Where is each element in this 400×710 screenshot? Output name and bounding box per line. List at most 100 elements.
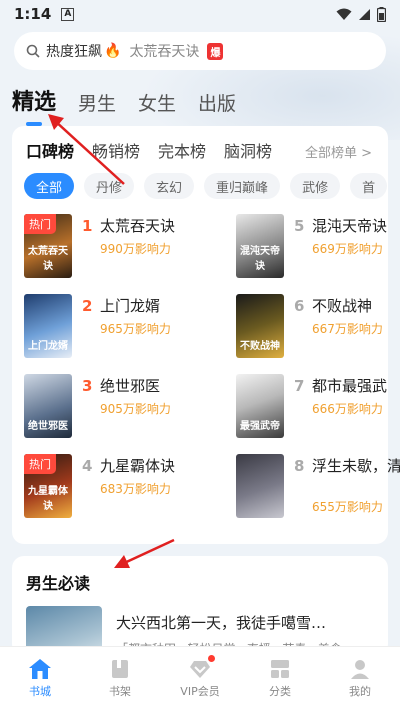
rank-number: 1 — [82, 217, 93, 235]
book-item[interactable]: 8 浮生未歇，清愁 655万影响力 — [236, 454, 400, 518]
book-item[interactable]: 绝世邪医 3 绝世邪医 905万影响力 — [24, 374, 204, 438]
book-influence: 655万影响力 — [312, 500, 383, 514]
book-title: 都市最强武 — [312, 377, 388, 395]
channel-tabs: 精选 男生 女生 出版 — [12, 84, 236, 126]
cover-title: 太荒吞天诀 — [28, 246, 68, 272]
chip-martial[interactable]: 武修 — [290, 173, 341, 199]
book-influence: 667万影响力 — [312, 322, 383, 336]
category-icon — [271, 660, 289, 678]
book-cover: 最强武帝 — [236, 374, 284, 438]
book-title: 混沌天帝诀 — [312, 217, 388, 235]
cover-title: 混沌天帝诀 — [240, 246, 280, 272]
book-cover: 热门 太荒吞天诀 — [24, 214, 72, 278]
rank-number: 7 — [294, 377, 305, 395]
rank-number: 4 — [82, 457, 93, 475]
book-influence: 990万影响力 — [100, 242, 171, 256]
book-cover: 不败战神 — [236, 294, 284, 358]
hot-tag: 热门 — [24, 454, 56, 474]
rank-tab-imaginative[interactable]: 脑洞榜 — [224, 138, 272, 162]
fire-icon: 🔥 — [104, 43, 122, 59]
ranking-tabs: 口碑榜 畅销榜 完本榜 脑洞榜 — [26, 138, 272, 162]
vip-icon — [190, 661, 210, 678]
cover-title: 不败战神 — [240, 341, 280, 352]
book-title: 浮生未歇，清愁 — [312, 457, 400, 475]
rank-tab-reputation[interactable]: 口碑榜 — [26, 138, 74, 162]
book-cover — [236, 454, 284, 518]
nav-bookstore[interactable]: 书城 — [0, 647, 80, 710]
rank-number: 2 — [82, 297, 93, 315]
status-bar: 1:14 A — [0, 0, 400, 28]
cover-title: 最强武帝 — [240, 421, 280, 432]
rank-number: 8 — [294, 457, 305, 475]
book-title: 上门龙婿 — [100, 297, 161, 315]
nav-label: 分类 — [269, 685, 291, 698]
book-title: 九星霸体诀 — [100, 457, 176, 475]
book-influence: 669万影响力 — [312, 242, 383, 256]
nav-label: VIP会员 — [180, 685, 220, 698]
nav-label: 我的 — [349, 685, 371, 698]
wifi-icon — [336, 8, 352, 20]
book-item[interactable]: 热门 太荒吞天诀 1 太荒吞天诀 990万影响力 — [24, 214, 204, 278]
book-item[interactable]: 上门龙婿 2 上门龙婿 965万影响力 — [24, 294, 204, 358]
search-icon — [26, 44, 40, 58]
rank-tab-bestseller[interactable]: 畅销榜 — [92, 138, 140, 162]
search-bar[interactable]: 热度狂飙 🔥 太荒吞天诀 爆 — [14, 32, 386, 70]
notification-icon: A — [61, 7, 75, 21]
home-icon — [29, 659, 51, 679]
search-hot-label: 热度狂飙 — [46, 44, 102, 60]
battery-icon — [377, 6, 386, 22]
notification-dot — [208, 655, 215, 662]
chip-fantasy[interactable]: 玄幻 — [144, 173, 195, 199]
ranking-card: 口碑榜 畅销榜 完本榜 脑洞榜 全部榜单 > 全部 丹修 玄幻 重归巅峰 武修 … — [12, 126, 400, 544]
chip-pill-cultivation[interactable]: 丹修 — [84, 173, 135, 199]
book-cover: 绝世邪医 — [24, 374, 72, 438]
book-cover: 热门 九星霸体诀 — [24, 454, 72, 518]
status-time: 1:14 — [14, 5, 52, 23]
nav-category[interactable]: 分类 — [240, 647, 320, 710]
tab-female[interactable]: 女生 — [138, 89, 176, 116]
hot-tag: 热门 — [24, 214, 56, 234]
section-title: 男生必读 — [26, 574, 91, 593]
genre-chips: 全部 丹修 玄幻 重归巅峰 武修 首 — [24, 173, 388, 199]
book-influence: 905万影响力 — [100, 402, 171, 416]
tab-featured[interactable]: 精选 — [12, 84, 56, 126]
signal-icon — [359, 8, 370, 20]
explosive-badge: 爆 — [207, 42, 224, 60]
book-influence: 683万影响力 — [100, 482, 171, 496]
tab-publishing[interactable]: 出版 — [198, 89, 236, 116]
search-keyword: 太荒吞天诀 — [129, 44, 200, 60]
all-rankings-link[interactable]: 全部榜单 > — [305, 142, 372, 161]
cover-title: 九星霸体诀 — [28, 486, 68, 512]
bottom-navigation: 书城 书架 VIP会员 分类 我的 — [0, 646, 400, 710]
male-must-read-section: 男生必读 大兴西北第一天，我徒手噶雪… 「都市种田 · 轻松日常 · 直播 · … — [12, 556, 388, 656]
book-cover: 混沌天帝诀 — [236, 214, 284, 278]
book-title: 太荒吞天诀 — [100, 217, 176, 235]
nav-label: 书架 — [109, 685, 131, 698]
book-title: 绝世邪医 — [100, 377, 161, 395]
book-influence: 965万影响力 — [100, 322, 171, 336]
book-title[interactable]: 大兴西北第一天，我徒手噶雪… — [116, 612, 326, 633]
book-title: 不败战神 — [312, 297, 373, 315]
book-cover: 上门龙婿 — [24, 294, 72, 358]
rank-tab-completed[interactable]: 完本榜 — [158, 138, 206, 162]
rank-number: 5 — [294, 217, 305, 235]
book-influence: 666万影响力 — [312, 402, 383, 416]
book-item[interactable]: 最强武帝 7 都市最强武 666万影响力 — [236, 374, 400, 438]
rank-number: 3 — [82, 377, 93, 395]
book-item[interactable]: 热门 九星霸体诀 4 九星霸体诀 683万影响力 — [24, 454, 204, 518]
cover-title: 上门龙婿 — [28, 341, 68, 352]
nav-label: 书城 — [29, 685, 51, 698]
nav-bookshelf[interactable]: 书架 — [80, 647, 160, 710]
bookshelf-icon — [112, 660, 128, 678]
nav-profile[interactable]: 我的 — [320, 647, 400, 710]
profile-icon — [351, 660, 369, 679]
chip-more[interactable]: 首 — [350, 173, 388, 199]
chip-all[interactable]: 全部 — [24, 173, 75, 199]
cover-title: 绝世邪医 — [28, 421, 68, 432]
tab-male[interactable]: 男生 — [78, 89, 116, 116]
book-item[interactable]: 不败战神 6 不败战神 667万影响力 — [236, 294, 400, 358]
chip-return-to-peak[interactable]: 重归巅峰 — [204, 173, 281, 199]
rank-number: 6 — [294, 297, 305, 315]
nav-vip[interactable]: VIP会员 — [160, 647, 240, 710]
book-item[interactable]: 混沌天帝诀 5 混沌天帝诀 669万影响力 — [236, 214, 400, 278]
